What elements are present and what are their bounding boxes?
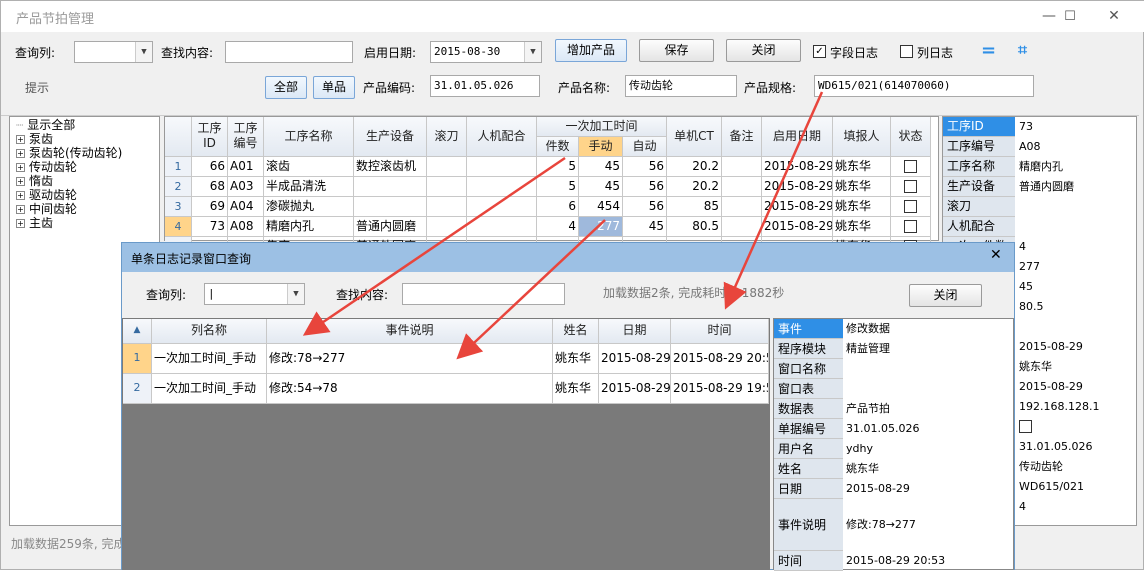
arrow-annotation	[723, 91, 824, 310]
annotation-arrows	[302, 91, 824, 360]
arrow-annotation	[302, 156, 566, 336]
arrow-annotation	[456, 219, 606, 360]
